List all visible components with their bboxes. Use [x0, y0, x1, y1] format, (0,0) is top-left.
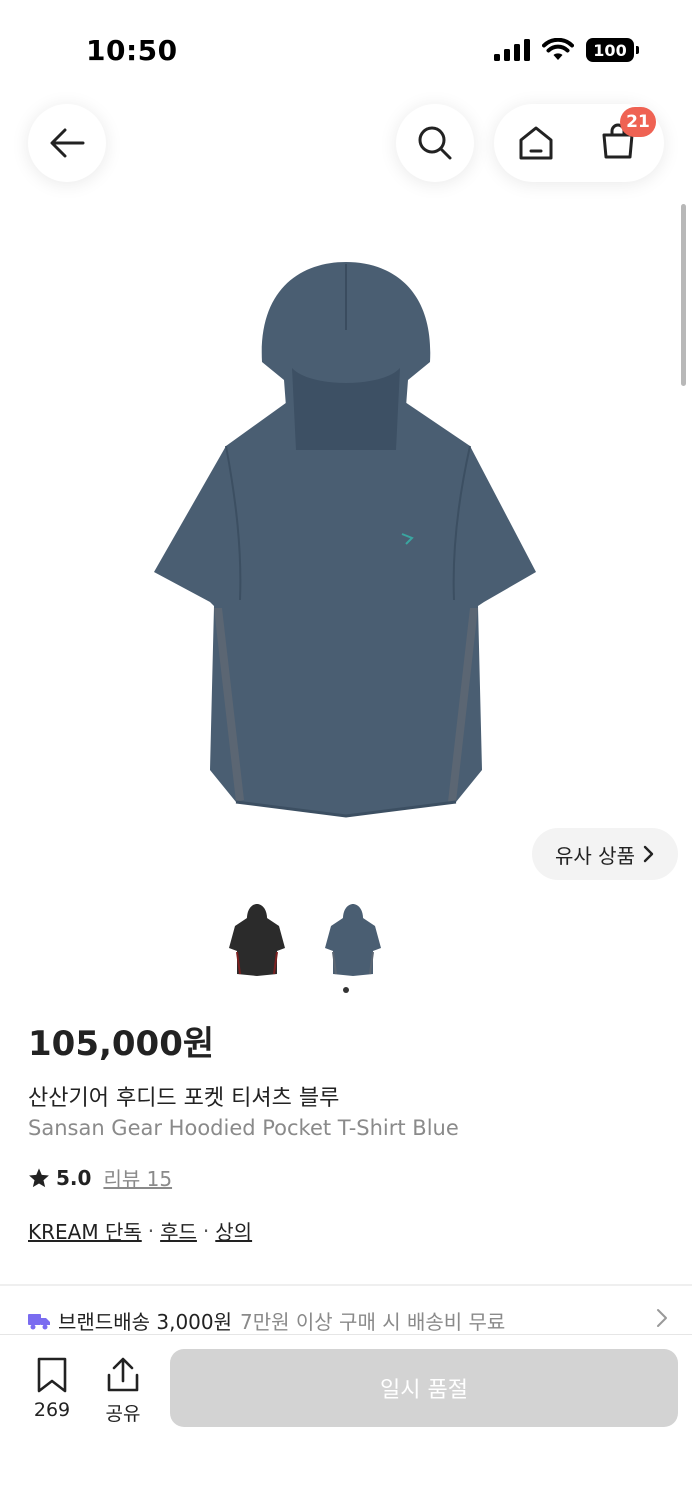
nav-pill: 21 [494, 104, 664, 182]
product-name-en: Sansan Gear Hoodied Pocket T-Shirt Blue [28, 1116, 459, 1140]
blue-shirt-thumbnail-icon [325, 904, 381, 976]
home-icon[interactable] [518, 125, 554, 161]
star-icon [29, 1167, 49, 1187]
search-button[interactable] [396, 104, 474, 182]
hooded-shirt-image [154, 262, 536, 818]
similar-products-button[interactable]: 유사 상품 [532, 828, 678, 880]
tag-top[interactable]: 상의 [215, 1216, 252, 1245]
bookmark-count: 269 [33, 1399, 71, 1421]
thumbnail-blue[interactable] [318, 900, 388, 980]
chevron-right-icon [643, 845, 654, 863]
share-label: 공유 [105, 1403, 141, 1425]
share-icon [107, 1357, 139, 1392]
status-bar: 10:50 100 [0, 0, 692, 100]
temporarily-sold-out-button[interactable]: 일시 품절 [170, 1349, 678, 1427]
arrow-left-icon [50, 128, 85, 158]
rating-value: 5.0 [56, 1165, 92, 1190]
back-button[interactable] [28, 104, 106, 182]
similar-products-label: 유사 상품 [555, 843, 635, 868]
cart-button[interactable]: 21 [600, 107, 656, 163]
product-price: 105,000원 [28, 1024, 215, 1064]
chevron-right-icon [657, 1309, 667, 1327]
tag-hood[interactable]: 후드 [160, 1216, 197, 1245]
bottom-action-bar: 269 공유 일시 품절 [0, 1334, 692, 1500]
share-button[interactable]: 공유 [93, 1357, 153, 1426]
shipping-sub-text: 7만원 이상 구매 시 배송비 무료 [240, 1310, 506, 1334]
truck-icon [28, 1313, 50, 1329]
cart-count-badge: 21 [620, 107, 656, 137]
status-time: 10:50 [86, 34, 178, 67]
bookmark-icon [37, 1357, 67, 1393]
shipping-main-text: 브랜드배송 3,000원 [58, 1310, 233, 1334]
rating-row: 5.0 리뷰 15 [28, 1163, 172, 1192]
tag-separator: · [202, 1218, 210, 1243]
tag-kream-exclusive[interactable]: KREAM 단독 [28, 1216, 142, 1245]
review-link[interactable]: 리뷰 15 [103, 1163, 172, 1192]
signal-icon [494, 39, 530, 61]
black-shirt-thumbnail-icon [229, 904, 285, 976]
thumbnail-selected-dot [343, 987, 349, 993]
thumbnail-list [222, 900, 388, 980]
tag-list: KREAM 단독 · 후드 · 상의 [28, 1216, 252, 1245]
section-divider [0, 1284, 692, 1286]
search-icon [418, 126, 452, 160]
battery-indicator: 100 [586, 38, 639, 62]
tag-separator: · [147, 1218, 155, 1243]
scroll-indicator [681, 204, 686, 386]
wifi-icon [542, 38, 574, 60]
product-image[interactable] [140, 250, 552, 840]
bookmark-button[interactable]: 269 [22, 1357, 82, 1421]
status-icons: 100 [494, 38, 639, 62]
thumbnail-black[interactable] [222, 900, 292, 980]
shipping-info-row[interactable]: 브랜드배송 3,000원 7만원 이상 구매 시 배송비 무료 [28, 1306, 668, 1335]
product-name-ko: 산산기어 후디드 포켓 티셔츠 블루 [28, 1086, 340, 1111]
